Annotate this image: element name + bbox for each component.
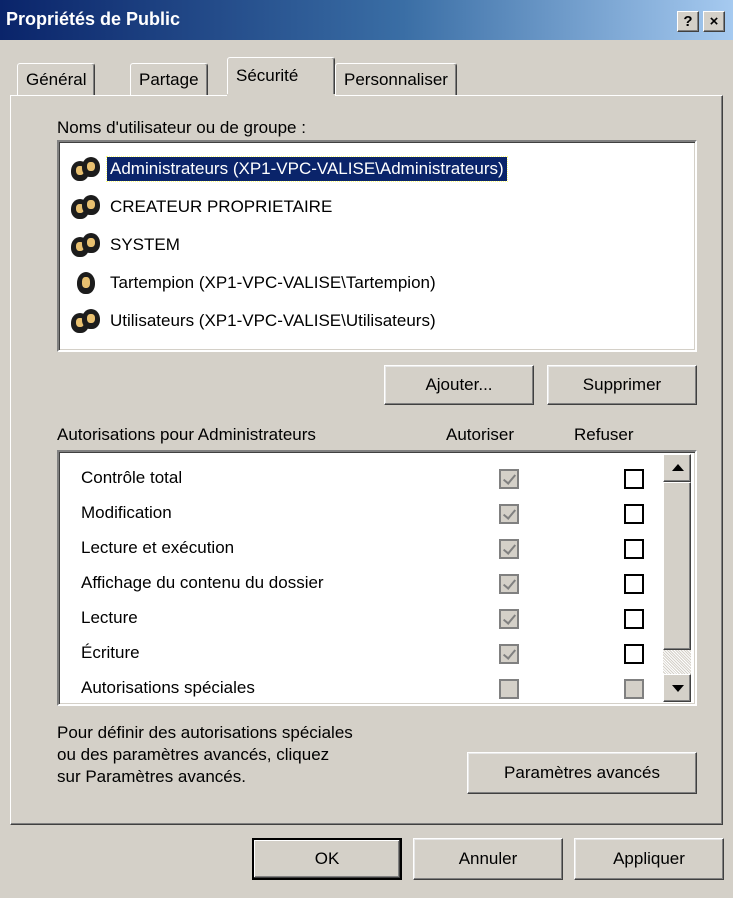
tab-partage[interactable]: Partage (130, 63, 208, 95)
permission-row-ecriture: Écriture (81, 637, 681, 671)
permission-label: Lecture et exécution (81, 538, 235, 557)
arrow-up-icon (672, 464, 684, 471)
advanced-hint-line: Pour définir des autorisations spéciales (57, 723, 353, 742)
title-bar[interactable]: Propriétés de Public (0, 0, 733, 40)
permission-label: Autorisations spéciales (81, 678, 255, 697)
deny-checkbox[interactable] (624, 504, 644, 524)
user-item-system[interactable]: SYSTEM (69, 228, 689, 262)
add-button[interactable]: Ajouter... (384, 365, 534, 405)
allow-column-header: Autoriser (446, 425, 515, 444)
deny-checkbox[interactable] (624, 539, 644, 559)
apply-button[interactable]: Appliquer (574, 838, 724, 880)
allow-checkbox[interactable] (499, 539, 519, 559)
advanced-settings-button[interactable]: Paramètres avancés (467, 752, 697, 794)
scroll-up-button[interactable] (663, 454, 691, 482)
user-item-createur-proprietaire[interactable]: CREATEUR PROPRIETAIRE (69, 190, 689, 224)
tab-personnaliser[interactable]: Personnaliser (335, 63, 457, 95)
scroll-down-button[interactable] (663, 674, 691, 702)
user-item-tartempion[interactable]: Tartempion (XP1-VPC-VALISE\Tartempion) (69, 266, 689, 300)
cancel-button[interactable]: Annuler (413, 838, 563, 880)
remove-button[interactable]: Supprimer (547, 365, 697, 405)
deny-checkbox[interactable] (624, 679, 644, 699)
group-icon (69, 155, 103, 183)
permission-row-lecture-execution: Lecture et exécution (81, 532, 681, 566)
deny-checkbox[interactable] (624, 609, 644, 629)
window-title: Propriétés de Public (6, 9, 181, 29)
advanced-hint-line: sur Paramètres avancés. (57, 767, 246, 786)
user-item-label: Utilisateurs (XP1-VPC-VALISE\Utilisateur… (110, 311, 436, 330)
tab-general[interactable]: Général (17, 63, 96, 95)
deny-column-header: Refuser (574, 425, 634, 444)
deny-checkbox[interactable] (624, 469, 644, 489)
permission-row-modification: Modification (81, 497, 681, 531)
user-item-label: CREATEUR PROPRIETAIRE (110, 197, 333, 216)
allow-checkbox[interactable] (499, 644, 519, 664)
permission-label: Lecture (81, 608, 138, 627)
users-listbox[interactable]: Administrateurs (XP1-VPC-VALISE\Administ… (57, 140, 697, 352)
advanced-hint: Pour définir des autorisations spéciales… (57, 722, 353, 788)
allow-checkbox[interactable] (499, 609, 519, 629)
scrollbar-thumb[interactable] (663, 482, 691, 650)
user-item-label: Tartempion (XP1-VPC-VALISE\Tartempion) (110, 273, 436, 292)
deny-checkbox[interactable] (624, 644, 644, 664)
arrow-down-icon (672, 685, 684, 692)
deny-checkbox[interactable] (624, 574, 644, 594)
close-button[interactable]: × (703, 11, 725, 32)
permission-row-affichage-contenu: Affichage du contenu du dossier (81, 567, 681, 601)
allow-checkbox[interactable] (499, 504, 519, 524)
permission-row-lecture: Lecture (81, 602, 681, 636)
advanced-hint-line: ou des paramètres avancés, cliquez (57, 745, 330, 764)
group-icon (69, 231, 103, 259)
tab-securite[interactable]: Sécurité (227, 57, 335, 95)
group-icon (69, 307, 103, 335)
allow-checkbox[interactable] (499, 679, 519, 699)
permission-label: Contrôle total (81, 468, 183, 487)
permissions-label: Autorisations pour Administrateurs (57, 425, 316, 444)
group-icon (69, 193, 103, 221)
permission-row-autorisations-speciales: Autorisations spéciales (81, 672, 681, 704)
permission-label: Affichage du contenu du dossier (81, 573, 324, 592)
allow-checkbox[interactable] (499, 574, 519, 594)
user-item-label: SYSTEM (110, 235, 180, 254)
permission-label: Écriture (81, 643, 140, 662)
user-item-label: Administrateurs (XP1-VPC-VALISE\Administ… (106, 156, 508, 182)
permissions-scrollbar[interactable] (663, 454, 691, 702)
user-item-administrateurs[interactable]: Administrateurs (XP1-VPC-VALISE\Administ… (69, 152, 689, 186)
permission-row-controle-total: Contrôle total (81, 462, 681, 496)
allow-checkbox[interactable] (499, 469, 519, 489)
user-item-utilisateurs[interactable]: Utilisateurs (XP1-VPC-VALISE\Utilisateur… (69, 304, 689, 338)
permissions-listbox[interactable]: Contrôle total Modification Lecture et e… (57, 450, 697, 706)
ok-button[interactable]: OK (252, 838, 402, 880)
users-label: Noms d'utilisateur ou de groupe : (57, 118, 306, 137)
user-icon (69, 269, 103, 297)
active-tab-joiner (227, 94, 335, 97)
help-button[interactable]: ? (677, 11, 699, 32)
permission-label: Modification (81, 503, 172, 522)
